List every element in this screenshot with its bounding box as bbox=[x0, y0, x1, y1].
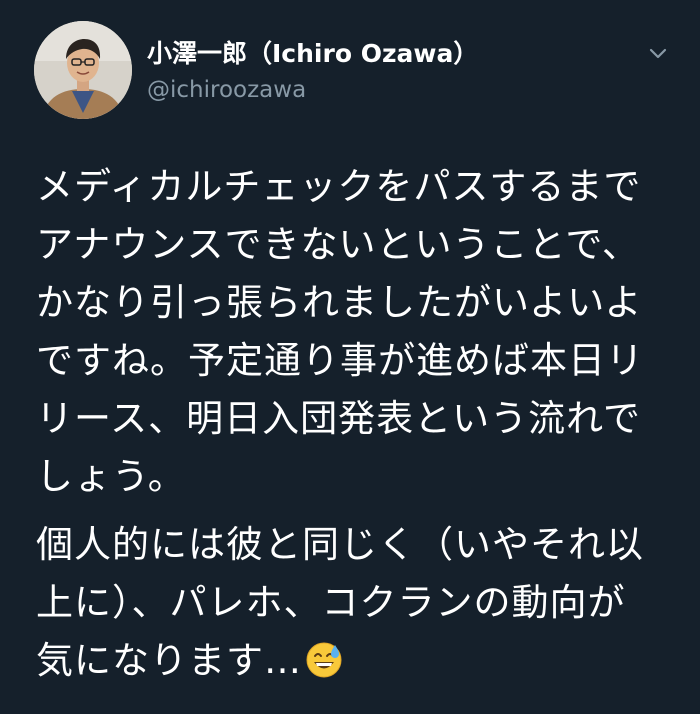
tweet-line-text: 気になります… bbox=[36, 639, 302, 682]
chevron-down-icon[interactable] bbox=[645, 40, 671, 66]
grinning-face-with-sweat-emoji bbox=[304, 638, 344, 678]
profile-photo bbox=[34, 21, 132, 119]
tweet-line: 上に）、パレホ、コクランの動向が bbox=[36, 581, 626, 624]
tweet-line: 個人的には彼と同じく（いやそれ以 bbox=[36, 523, 644, 566]
tweet-line: かなり引っ張られましたがいよいよ bbox=[36, 281, 643, 324]
author-avatar[interactable] bbox=[34, 21, 132, 119]
author-handle[interactable]: @ichiroozawa bbox=[147, 75, 306, 105]
tweet-line: メディカルチェックをパスするまで bbox=[36, 165, 642, 208]
tweet-paragraph-1: メディカルチェックをパスするまで アナウンスできないということで、 かなり引っ張… bbox=[36, 158, 676, 506]
tweet-line: リース、明日入団発表という流れで bbox=[36, 397, 642, 440]
tweet-line-last: 気になります… bbox=[36, 632, 676, 690]
tweet-line: ですね。予定通り事が進めば本日リ bbox=[36, 339, 644, 382]
tweet-paragraph-2: 個人的には彼と同じく（いやそれ以 上に）、パレホ、コクランの動向が 気になります… bbox=[36, 516, 676, 690]
tweet-line: アナウンスできないということで、 bbox=[36, 223, 640, 266]
tweet-line: しょう。 bbox=[36, 455, 186, 498]
tweet-card: 小澤一郎（Ichiro Ozawa） @ichiroozawa メディカルチェッ… bbox=[0, 0, 700, 714]
author-display-name[interactable]: 小澤一郎（Ichiro Ozawa） bbox=[147, 38, 478, 70]
